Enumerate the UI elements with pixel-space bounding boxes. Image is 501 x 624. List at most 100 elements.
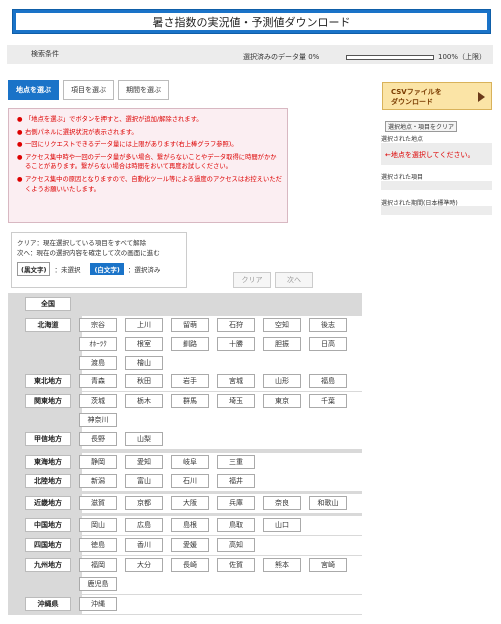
notice-text: アクセス集中時や一回のデータ量が多い場合、繋がらないことやデータ取得に時間がかか… (25, 153, 277, 171)
region-button[interactable]: 沖縄県 (25, 597, 71, 611)
prefecture-button[interactable]: 熊本 (263, 558, 301, 572)
prefecture-row (82, 430, 362, 449)
region-button[interactable]: 四国地方 (25, 538, 71, 552)
prefecture-button[interactable]: 大分 (125, 558, 163, 572)
prefecture-button[interactable]: 福井 (217, 474, 255, 488)
prefecture-button[interactable]: 沖縄 (79, 597, 117, 611)
tab-select-items[interactable]: 項目を選ぶ (63, 80, 114, 100)
clear-button[interactable]: クリア (233, 272, 271, 288)
prefecture-button[interactable]: 岩手 (171, 374, 209, 388)
prefecture-button[interactable]: 静岡 (79, 455, 117, 469)
prefecture-button[interactable]: 富山 (125, 474, 163, 488)
legend-selected-chip: (白文字) (90, 263, 124, 275)
prefecture-button[interactable]: 島根 (171, 518, 209, 532)
tab-select-points[interactable]: 地点を選ぶ (8, 80, 59, 100)
legend-row: (黒文字) ：未選択 (白文字) ：選択済み (17, 262, 181, 276)
prefecture-button[interactable]: 山形 (263, 374, 301, 388)
prefecture-button[interactable]: 青森 (79, 374, 117, 388)
data-amount-label: 選択済みのデータ量 0% (243, 53, 320, 61)
prefecture-button[interactable]: 石狩 (217, 318, 255, 332)
prefecture-button[interactable]: 上川 (125, 318, 163, 332)
prefecture-button[interactable]: 和歌山 (309, 496, 347, 510)
prefecture-button[interactable]: 後志 (309, 318, 347, 332)
region-button[interactable]: 全国 (25, 297, 71, 311)
prefecture-button[interactable]: 十勝 (217, 337, 255, 351)
region-button[interactable]: 北陸地方 (25, 474, 71, 488)
page-title: 暑さ指数の実況値・予測値ダウンロード (16, 13, 487, 30)
prefecture-button[interactable]: 東京 (263, 394, 301, 408)
region-button[interactable]: 関東地方 (25, 394, 71, 408)
prefecture-button[interactable]: 渡島 (79, 356, 117, 370)
prefecture-button[interactable]: 広島 (125, 518, 163, 532)
prefecture-button[interactable]: 新潟 (79, 474, 117, 488)
prefecture-button[interactable]: 三重 (217, 455, 255, 469)
prefecture-button[interactable]: 佐賀 (217, 558, 255, 572)
prefecture-button[interactable]: 徳島 (79, 538, 117, 552)
prefecture-button[interactable]: 大阪 (171, 496, 209, 510)
prefecture-button[interactable]: 神奈川 (79, 413, 117, 427)
prefecture-button[interactable]: 長崎 (171, 558, 209, 572)
region-button[interactable]: 東北地方 (25, 374, 71, 388)
prefecture-button[interactable]: 宮崎 (309, 558, 347, 572)
prefecture-button[interactable]: 兵庫 (217, 496, 255, 510)
prefecture-button[interactable]: ｵﾎｰﾂｸ (79, 337, 117, 351)
prefecture-button[interactable]: 愛媛 (171, 538, 209, 552)
csv-download-button[interactable]: CSVファイルを ダウンロード (382, 82, 492, 110)
prefecture-button[interactable]: 栃木 (125, 394, 163, 408)
prefecture-row (82, 595, 362, 614)
region-button[interactable]: 甲信地方 (25, 432, 71, 446)
prefecture-button[interactable]: 京都 (125, 496, 163, 510)
notice-item: ● 「地点を選ぶ」でボタンを押すと、選択が追加/解除されます。 (17, 115, 282, 125)
clear-selection-button[interactable]: 選択地点・項目をクリア (385, 121, 458, 132)
bullet-icon: ● (17, 141, 23, 149)
prefecture-button[interactable]: 宗谷 (79, 318, 117, 332)
notice-text: アクセス集中の原因となりますので、自動化ツール等による過度のアクセスはお控えいた… (25, 175, 282, 193)
prefecture-button[interactable]: 胆振 (263, 337, 301, 351)
prefecture-button[interactable]: 岐阜 (171, 455, 209, 469)
prefecture-button[interactable]: 香川 (125, 538, 163, 552)
notice-text: 一回にリクエストできるデータ量には上限があります(右上棒グラフ参照)。 (25, 141, 238, 149)
prefecture-button[interactable]: 千葉 (309, 394, 347, 408)
prefecture-button[interactable]: 日高 (309, 337, 347, 351)
prefecture-button[interactable]: 奈良 (263, 496, 301, 510)
prefecture-button[interactable]: 秋田 (125, 374, 163, 388)
prefecture-button[interactable]: 鹿児島 (79, 577, 117, 591)
prefecture-button[interactable]: 福島 (309, 374, 347, 388)
selected-period-box (381, 206, 492, 215)
prefecture-button[interactable]: 福岡 (79, 558, 117, 572)
prefecture-button[interactable]: 空知 (263, 318, 301, 332)
search-conditions-bar: 検索条件 選択済みのデータ量 0% 100%（上限） (7, 45, 493, 64)
prefecture-button[interactable]: 茨城 (79, 394, 117, 408)
notice-text: 右側パネルに選択状況が表示されます。 (25, 128, 138, 136)
prefecture-button[interactable]: 檜山 (125, 356, 163, 370)
region-button[interactable]: 東海地方 (25, 455, 71, 469)
prefecture-button[interactable]: 留萌 (171, 318, 209, 332)
prefecture-button[interactable]: 石川 (171, 474, 209, 488)
prefecture-button[interactable]: 鳥取 (217, 518, 255, 532)
prefecture-button[interactable]: 埼玉 (217, 394, 255, 408)
help-clear-text: クリア：現在選択している項目をすべて解除 (17, 239, 147, 247)
next-button[interactable]: 次へ (275, 272, 313, 288)
prefecture-button[interactable]: 山梨 (125, 432, 163, 446)
prefecture-button[interactable]: 宮城 (217, 374, 255, 388)
region-button[interactable]: 近畿地方 (25, 496, 71, 510)
legend-selected-text: ：選択済み (127, 266, 161, 274)
prefecture-button[interactable]: 高知 (217, 538, 255, 552)
prefecture-button[interactable]: 群馬 (171, 394, 209, 408)
selected-items-box (381, 181, 492, 190)
prefecture-button[interactable]: 愛知 (125, 455, 163, 469)
prefecture-button[interactable]: 根室 (125, 337, 163, 351)
prefecture-button[interactable]: 釧路 (171, 337, 209, 351)
region-button[interactable]: 中国地方 (25, 518, 71, 532)
help-next-text: 次へ：現在の選択内容を確定して次の画面に進む (17, 249, 160, 257)
data-amount-max-label: 100%（上限） (438, 53, 487, 61)
prefecture-button[interactable]: 山口 (263, 518, 301, 532)
prefecture-button[interactable]: 長野 (79, 432, 117, 446)
notice-item: ● アクセス集中時や一回のデータ量が多い場合、繋がらないことやデータ取得に時間がか… (17, 153, 282, 172)
tab-select-period[interactable]: 期間を選ぶ (118, 80, 169, 100)
prefecture-button[interactable]: 滋賀 (79, 496, 117, 510)
region-button[interactable]: 北海道 (25, 318, 71, 332)
region-button[interactable]: 九州地方 (25, 558, 71, 572)
prefecture-button[interactable]: 岡山 (79, 518, 117, 532)
search-conditions-label: 検索条件 (31, 50, 59, 58)
